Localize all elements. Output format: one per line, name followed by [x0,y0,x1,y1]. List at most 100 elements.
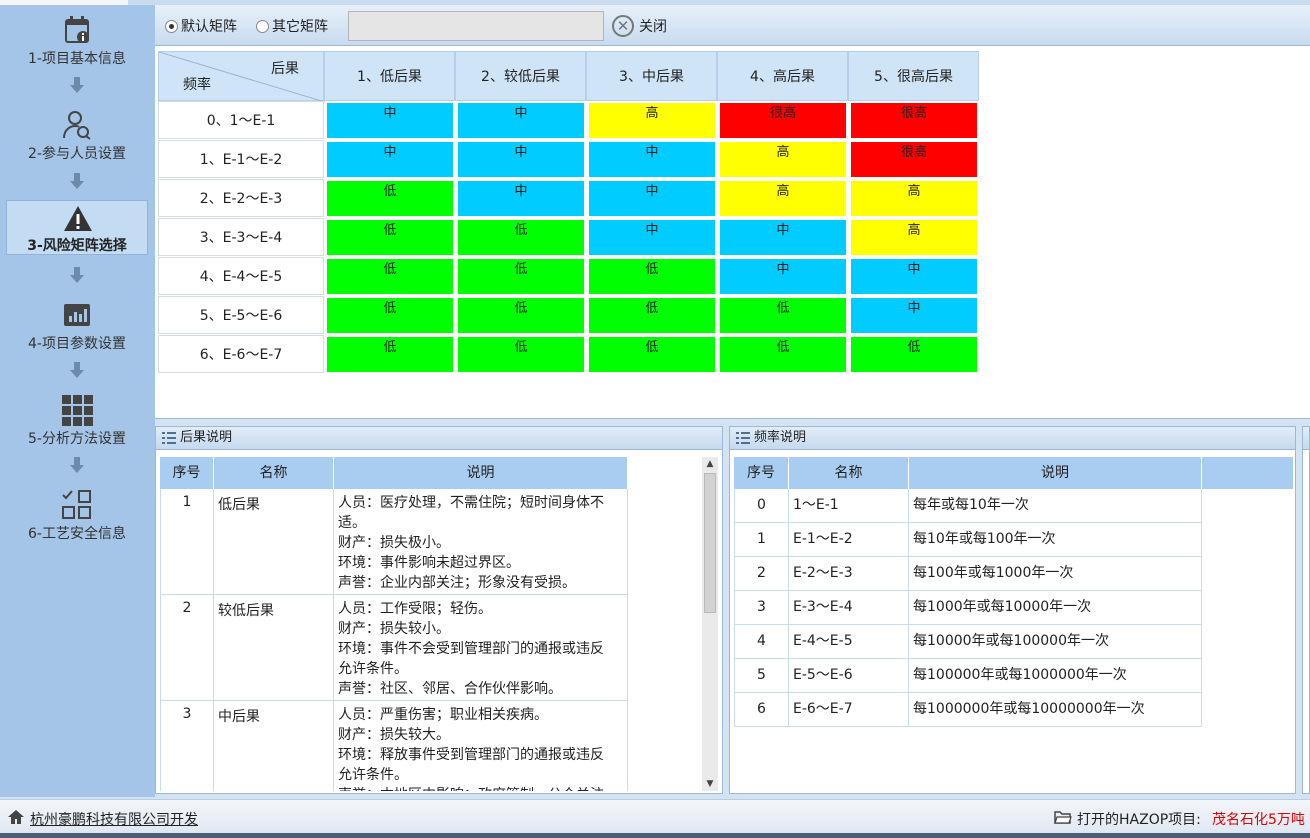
col-header-id[interactable]: 序号 [734,457,789,489]
cell-name: E-1～E-2 [789,523,909,557]
cell-name: E-4～E-5 [789,625,909,659]
col-header-name[interactable]: 名称 [789,457,909,489]
col-header-name[interactable]: 名称 [214,457,334,489]
cell-description: 每100年或每1000年一次 [909,557,1202,591]
matrix-column-header: 5、很高后果 [848,51,979,101]
col-header-desc[interactable]: 说明 [909,457,1202,489]
cell-description: 每1000年或每10000年一次 [909,591,1202,625]
cell-description: 每1000000年或每10000000年一次 [909,693,1202,727]
matrix-cell[interactable]: 低 [589,337,715,372]
cell-name: E-5～E-6 [789,659,909,693]
matrix-cell[interactable]: 高 [720,142,846,177]
matrix-cell[interactable]: 低 [720,337,846,372]
table-row[interactable]: 3 E-3～E-4 每1000年或每10000年一次 [734,591,1202,625]
cell-id: 3 [734,591,789,625]
matrix-row-label: 6、E-6～E-7 [158,335,324,373]
description-line: 财产：损失较小。 [338,621,450,637]
table-row[interactable]: 3 中后果 人员：严重伤害；职业相关疾病。 财产：损失较大。 环境：释放事件受到管理部门… [160,701,628,791]
radio-label: 默认矩阵 [181,19,237,35]
matrix-row-label: 2、E-2～E-3 [158,179,324,217]
matrix-cell[interactable]: 低 [327,337,453,372]
cell-description: 每10000年或每100000年一次 [909,625,1202,659]
matrix-cell[interactable]: 很高 [720,103,846,138]
matrix-cell[interactable]: 低 [327,220,453,255]
scroll-up-icon[interactable]: ▲ [702,457,718,471]
matrix-cell[interactable]: 中 [458,142,584,177]
cell-name: 1～E-1 [789,489,909,523]
matrix-cell[interactable]: 很高 [851,103,977,138]
cell-description: 人员：严重伤害；职业相关疾病。 财产：损失较大。 环境：释放事件受到管理部门的通报或… [334,701,628,791]
radio-default-matrix[interactable]: 默认矩阵 [165,17,237,35]
matrix-cell[interactable]: 中 [720,220,846,255]
description-line: 环境：事件不会受到管理部门的通报或违反 [338,641,604,657]
matrix-cell[interactable]: 低 [458,298,584,333]
step-label: 2-参与人员设置 [28,146,126,162]
matrix-cell[interactable]: 低 [327,181,453,216]
consequence-scrollbar[interactable]: ▲ ▼ [702,457,718,791]
table-row[interactable]: 5 E-5～E-6 每100000年或每1000000年一次 [734,659,1202,693]
matrix-cell[interactable]: 中 [851,259,977,294]
matrix-cell[interactable]: 中 [458,181,584,216]
third-panel-edge [1302,426,1310,794]
matrix-cell[interactable]: 低 [458,259,584,294]
matrix-cell[interactable]: 高 [720,181,846,216]
cell-name: E-6～E-7 [789,693,909,727]
radio-other-matrix[interactable]: 其它矩阵 [256,17,328,35]
col-header-desc[interactable]: 说明 [334,457,628,489]
matrix-cell[interactable]: 高 [589,103,715,138]
matrix-cell[interactable]: 低 [589,298,715,333]
close-button[interactable]: ✕ 关闭 [612,13,667,39]
scroll-down-icon[interactable]: ▼ [702,777,718,791]
project-name[interactable]: 茂名石化5万吨 [1212,809,1310,829]
matrix-cell[interactable]: 中 [327,142,453,177]
matrix-cell[interactable]: 低 [327,259,453,294]
matrix-cell[interactable]: 低 [458,220,584,255]
description-line: 声誉：本地区内影响；政府管制，公众关注 [338,785,623,791]
matrix-select[interactable] [348,11,604,41]
matrix-cell[interactable]: 中 [327,103,453,138]
cell-id: 1 [160,489,214,595]
cell-description: 每年或每10年一次 [909,489,1202,523]
matrix-cell[interactable]: 很高 [851,142,977,177]
risk-matrix: 后果 频率 1、低后果 2、较低后果 3、中后果 4、高后果 5、很高后果 0、1～E-… [155,46,1310,419]
cell-name: 低后果 [214,489,334,595]
frequency-table-header: 序号 名称 说明 [734,457,1293,489]
scroll-thumb[interactable] [704,473,716,613]
matrix-cell[interactable]: 中 [720,259,846,294]
matrix-cell[interactable]: 高 [851,220,977,255]
matrix-cell[interactable]: 中 [589,220,715,255]
description-line: 人员：医疗处理，不需住院；短时间身体不 [338,495,604,511]
panel-title-text: 后果说明 [180,430,233,445]
arrow-down-icon [70,267,84,283]
table-row[interactable]: 2 E-2～E-3 每100年或每1000年一次 [734,557,1202,591]
step-process-safety[interactable]: 6-工艺安全信息 [6,483,148,565]
table-row[interactable]: 1 低后果 人员：医疗处理，不需住院；短时间身体不 适。 财产：损失极小。 环境：事件影响… [160,489,628,595]
matrix-cell[interactable]: 高 [851,181,977,216]
table-row[interactable]: 6 E-6～E-7 每1000000年或每10000000年一次 [734,693,1202,727]
consequence-panel-title: 后果说明 [156,427,722,450]
company-link[interactable]: 杭州豪鹏科技有限公司开发 [30,809,198,829]
matrix-cell[interactable]: 低 [327,298,453,333]
matrix-cell[interactable]: 中 [589,142,715,177]
matrix-cell[interactable]: 低 [458,337,584,372]
table-row[interactable]: 4 E-4～E-5 每10000年或每100000年一次 [734,625,1202,659]
matrix-cell[interactable]: 低 [589,259,715,294]
step-label: 3-风险矩阵选择 [27,238,127,254]
matrix-cell[interactable]: 低 [720,298,846,333]
matrix-cell[interactable]: 中 [589,181,715,216]
matrix-cell[interactable]: 低 [851,337,977,372]
description-line: 环境：事件影响未超过界区。 [338,555,520,571]
close-icon: ✕ [612,15,634,37]
col-header-id[interactable]: 序号 [160,457,214,489]
table-row[interactable]: 0 1～E-1 每年或每10年一次 [734,489,1202,523]
table-row[interactable]: 1 E-1～E-2 每10年或每100年一次 [734,523,1202,557]
cell-id: 2 [160,595,214,701]
table-row[interactable]: 2 较低后果 人员：工作受限；轻伤。 财产：损失较小。 环境：事件不会受到管理部门的通报… [160,595,628,701]
matrix-cell[interactable]: 中 [851,298,977,333]
cell-description: 人员：工作受限；轻伤。 财产：损失较小。 环境：事件不会受到管理部门的通报或违反 允许… [334,595,628,701]
description-line: 允许条件。 [338,661,408,677]
description-line: 声誉：社区、邻居、合作伙伴影响。 [338,681,562,697]
matrix-cell[interactable]: 中 [458,103,584,138]
matrix-row-label: 0、1～E-1 [158,101,324,139]
step-risk-matrix[interactable]: 3-风险矩阵选择 [6,200,148,255]
